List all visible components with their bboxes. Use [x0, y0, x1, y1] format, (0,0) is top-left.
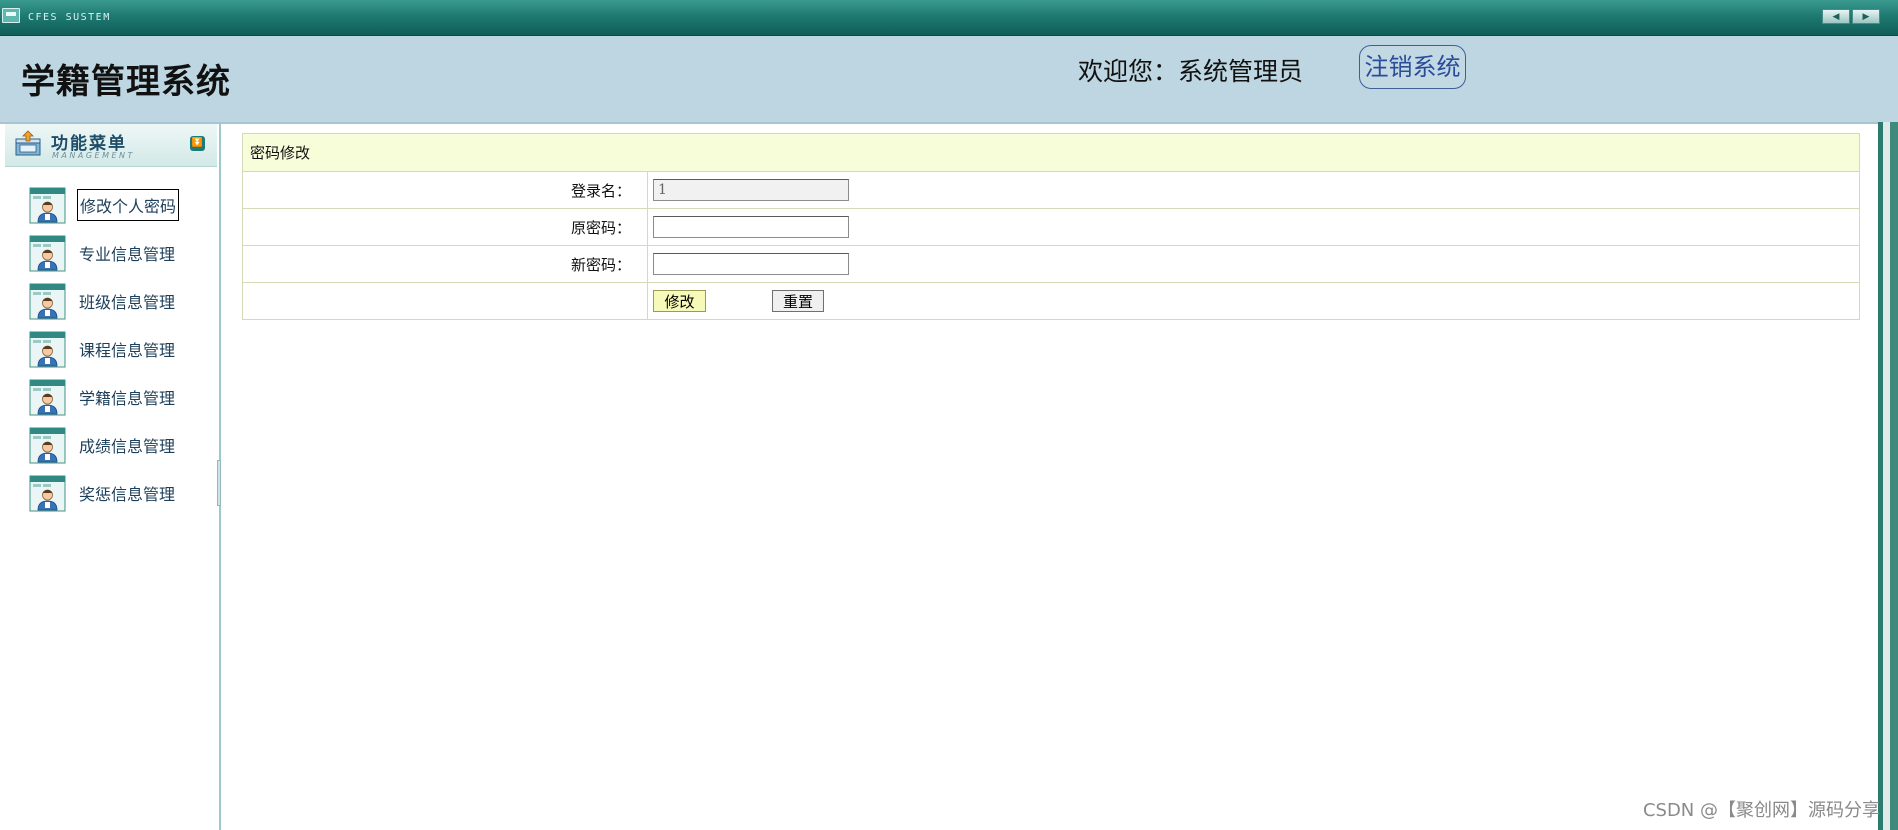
sidebar-item-label: 班级信息管理 [79, 293, 176, 312]
sidebar-item-label: 奖惩信息管理 [79, 485, 176, 504]
sidebar-item-major[interactable]: 专业信息管理 [29, 234, 177, 272]
monitor-icon [2, 8, 20, 23]
user-card-icon [29, 331, 66, 367]
watermark: CSDN @【聚创网】源码分享 [1642, 800, 1880, 821]
sidebar-item-rewards[interactable]: 奖惩信息管理 [29, 474, 177, 512]
sidebar-item-grades[interactable]: 成绩信息管理 [29, 426, 177, 464]
window-titlebar: CFES SUSTEM ◀ ▶ [0, 0, 1898, 36]
system-title: 学籍管理系统 [21, 62, 231, 102]
page-header: 学籍管理系统 欢迎您：系统管理员 注销系统 [0, 36, 1898, 124]
sidebar-item-change-password[interactable]: 修改个人密码 [29, 186, 180, 224]
form-row-new-password: 新密码： [242, 245, 1860, 283]
welcome-text: 欢迎您：系统管理员 [1078, 57, 1304, 86]
main-content: 密码修改 登录名： 原密码： 新密码： 修改 重置 [242, 133, 1860, 320]
sidebar-item-label: 专业信息管理 [79, 245, 176, 264]
form-row-actions: 修改 重置 [242, 282, 1860, 320]
menu-header: 功能菜单 MANAGEMENT ⏬ [5, 124, 217, 167]
nav-prev-button[interactable]: ◀ [1822, 9, 1850, 24]
sidebar-splitter-handle[interactable] [217, 460, 221, 506]
user-card-icon [29, 187, 66, 223]
old-password-field[interactable] [653, 216, 849, 238]
sidebar-item-label: 课程信息管理 [79, 341, 176, 360]
user-card-icon [29, 427, 66, 463]
password-form: 密码修改 登录名： 原密码： 新密码： 修改 重置 [242, 133, 1860, 320]
window-nav-buttons: ◀ ▶ [1822, 9, 1880, 24]
sidebar-item-student-status[interactable]: 学籍信息管理 [29, 378, 177, 416]
menu-subtitle: MANAGEMENT [52, 151, 135, 160]
sidebar-menu: 功能菜单 MANAGEMENT ⏬ 修改个人密码 专业信息管理 班级信息管理 课… [0, 124, 221, 830]
user-card-icon [29, 475, 66, 511]
form-row-old-password: 原密码： [242, 208, 1860, 246]
new-password-label: 新密码： [242, 245, 648, 283]
form-row-login: 登录名： [242, 171, 1860, 209]
frame-right-border [1878, 122, 1898, 830]
new-password-field[interactable] [653, 253, 849, 275]
user-card-icon [29, 235, 66, 271]
login-name-field[interactable] [653, 179, 849, 201]
login-name-label: 登录名： [242, 171, 648, 209]
app-name: CFES SUSTEM [28, 12, 111, 23]
form-caption-row: 密码修改 [242, 133, 1860, 172]
reset-button[interactable]: 重置 [772, 290, 824, 312]
logout-button[interactable]: 注销系统 [1359, 45, 1466, 89]
user-card-icon [29, 379, 66, 415]
sidebar-item-class[interactable]: 班级信息管理 [29, 282, 177, 320]
sidebar-item-course[interactable]: 课程信息管理 [29, 330, 177, 368]
collapse-icon[interactable]: ⏬ [190, 136, 205, 151]
old-password-label: 原密码： [242, 208, 648, 246]
nav-next-button[interactable]: ▶ [1852, 9, 1880, 24]
sidebar-item-label: 修改个人密码 [77, 189, 180, 221]
package-icon [15, 130, 41, 156]
sidebar-item-label: 学籍信息管理 [79, 389, 176, 408]
sidebar-item-label: 成绩信息管理 [79, 437, 176, 456]
user-card-icon [29, 283, 66, 319]
submit-button[interactable]: 修改 [653, 290, 706, 312]
form-caption: 密码修改 [242, 133, 1860, 172]
